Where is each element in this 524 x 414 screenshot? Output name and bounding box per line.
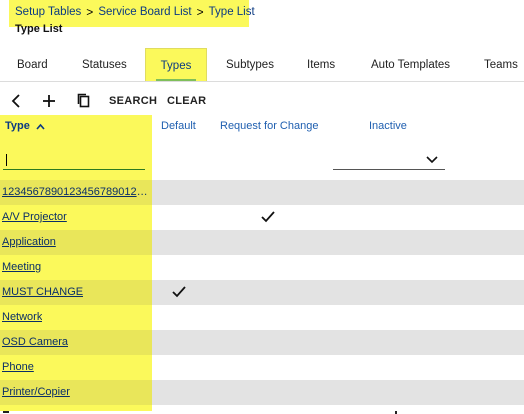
type-link[interactable]: Meeting [2,255,41,280]
type-link[interactable]: Printer/Copier [2,380,70,405]
column-header-request-for-change[interactable]: Request for Change [220,115,318,137]
table-row: MUST CHANGE [0,280,524,305]
toolbar: SEARCH CLEAR [0,88,524,114]
type-link[interactable]: OSD Camera [2,330,68,355]
add-button[interactable] [42,88,56,114]
table-row: Meeting [0,255,524,280]
plus-icon [43,95,55,107]
type-link[interactable]: A/V Projector [2,205,67,230]
type-link[interactable]: Network [2,305,42,330]
breadcrumb-separator: > [86,5,94,19]
table-row: Phone [0,355,524,380]
copy-icon [77,93,90,108]
table-row: Network [0,305,524,330]
tab-subtypes[interactable]: Subtypes [226,48,274,81]
chevron-left-icon [11,94,20,108]
back-button[interactable] [10,88,22,114]
caret-up-icon [36,123,45,130]
page-title: Type List [15,23,63,35]
type-link[interactable]: Application [2,230,56,255]
tab-auto-templates[interactable]: Auto Templates [371,48,450,81]
tab-board[interactable]: Board [17,48,48,81]
table-row: Printer/Copier [0,380,524,405]
type-link[interactable]: Phone [2,355,34,380]
type-link[interactable]: MUST CHANGE [2,280,83,305]
copy-button[interactable] [77,88,91,114]
breadcrumb-separator: > [196,5,204,19]
clear-button[interactable]: CLEAR [167,88,206,114]
inactive-filter-select[interactable] [333,150,445,170]
partial-row-text [3,411,9,413]
breadcrumb-setup-tables[interactable]: Setup Tables [15,6,81,18]
table-row: A/V Projector [0,205,524,230]
type-link[interactable]: 12345678901234567890123456789012... [2,180,150,205]
tab-statuses[interactable]: Statuses [82,48,127,81]
tab-types[interactable]: Types [145,48,207,81]
column-header-type[interactable]: Type [5,115,45,137]
breadcrumb-service-board-list[interactable]: Service Board List [98,6,191,18]
table-row: OSD Camera [0,330,524,355]
tab-bar: Board Statuses Types Subtypes Items Auto… [0,48,524,82]
tab-items[interactable]: Items [307,48,335,81]
checkmark-icon [172,286,186,298]
type-filter-input[interactable] [3,148,145,170]
checkmark-icon [261,211,275,223]
table-row: 12345678901234567890123456789012... [0,180,524,205]
table-row: Application [0,230,524,255]
column-header-default[interactable]: Default [161,115,196,137]
chevron-down-icon [426,156,438,164]
breadcrumb: Setup Tables > Service Board List > Type… [15,5,255,19]
search-button[interactable]: SEARCH [109,88,157,114]
column-header-type-label: Type [5,120,30,132]
tab-teams[interactable]: Teams [484,48,518,81]
column-header-inactive[interactable]: Inactive [369,115,407,137]
text-cursor [6,154,7,166]
breadcrumb-type-list: Type List [208,6,255,18]
